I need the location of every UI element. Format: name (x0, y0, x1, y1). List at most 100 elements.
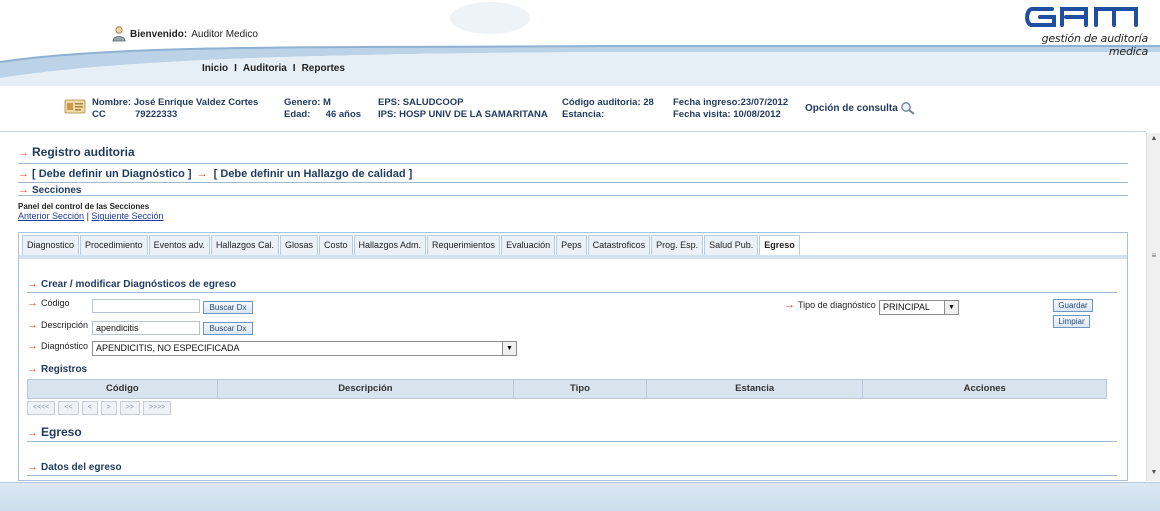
patient-eps: EPS: SALUDCOOP (378, 97, 464, 108)
diagnostico-label: → Diagnóstico (27, 340, 89, 352)
section-navigation: Anterior Sección | Siguiente Sección (18, 211, 163, 221)
section-tabs: Diagnostico Procedimiento Eventos adv. Hall… (22, 233, 801, 257)
patient-name: Nombre: José Enrique Valdez Cortes (92, 97, 259, 108)
tab-costo[interactable]: Costo (318, 235, 353, 256)
app-window: Bienvenido: Auditor Medico gestión de au… (0, 0, 1160, 511)
patient-name-col: Nombre: José Enrique Valdez Cortes CC 79… (92, 97, 258, 121)
gam-logo-mark (1025, 7, 1138, 27)
magnifier-icon[interactable] (900, 101, 916, 115)
welcome-message: Bienvenido: Auditor Medico (112, 26, 258, 42)
arrow-icon: → (784, 299, 795, 311)
scroll-down-icon[interactable]: ▼ (1149, 469, 1159, 479)
admission-date: Fecha ingreso:23/07/2012 (673, 97, 789, 108)
tab-prog-esp[interactable]: Prog. Esp. (651, 235, 704, 256)
tab-eventos-adv[interactable]: Eventos adv. (148, 235, 210, 256)
tab-salud-pub[interactable]: Salud Pub. (704, 235, 759, 256)
pager-next[interactable]: > (100, 401, 117, 415)
guardar-button[interactable]: Guardar (1053, 299, 1093, 312)
nav-separator: I (234, 63, 237, 74)
diag-egreso-title: → Crear / modificar Diagnósticos de egres… (27, 278, 237, 290)
column-header-acciones[interactable]: Acciones (863, 380, 1106, 398)
required-definitions: →[ Debe definir un Diagnóstico ] → [ Deb… (18, 168, 412, 180)
patient-eps-col: EPS: SALUDCOOP IPS: HOSP UNIV DE LA SAMA… (378, 97, 548, 121)
pager-prev[interactable]: < (81, 401, 98, 415)
scroll-up-icon[interactable]: ▲ (1149, 135, 1159, 145)
arrow-icon: → (27, 297, 38, 309)
nav-reportes[interactable]: Reportes (302, 63, 345, 74)
arrow-icon: → (27, 363, 38, 375)
codigo-input[interactable] (92, 299, 200, 313)
buscar-dx-codigo-button[interactable]: Buscar Dx (203, 301, 253, 314)
tipo-diagnostico-selected: PRINCIPAL (883, 302, 930, 312)
patient-ips: IPS: HOSP UNIV DE LA SAMARITANA (378, 109, 548, 120)
pager-first[interactable]: <<<< (27, 401, 56, 415)
pager-last[interactable]: >>>> (142, 401, 172, 415)
tab-glosas[interactable]: Glosas (279, 235, 318, 256)
nav-separator: I (292, 63, 296, 74)
divider (18, 163, 1128, 164)
audit-code-col: Código auditoria: 28 Estancia: (562, 97, 654, 121)
tab-egreso[interactable]: Egreso (759, 235, 800, 257)
audit-stay: Estancia: (562, 109, 605, 120)
grid-pager: <<<< << < > >> >>>> (27, 401, 1107, 415)
gam-logo: gestión de auditoría medica (1008, 4, 1148, 58)
welcome-label: Bienvenido: (130, 28, 188, 40)
consulta-label: Opción de consulta (805, 102, 898, 114)
previous-section-link[interactable]: Anterior Sección (18, 211, 84, 221)
patient-info-bar: Nombre: José Enrique Valdez Cortes CC 79… (0, 91, 1160, 127)
hallazgo-required-link[interactable]: [ Debe definir un Hallazgo de calidad ] (214, 168, 413, 180)
nav-auditoria[interactable]: Auditoria (243, 63, 287, 74)
patient-id: CC 79222333 (92, 109, 258, 121)
column-header-codigo[interactable]: Código (28, 380, 218, 398)
arrow-icon: → (27, 278, 38, 290)
diagnostico-required-link[interactable]: [ Debe definir un Diagnóstico ] (32, 168, 192, 180)
scroll-grip-icon[interactable]: ≡ (1149, 251, 1159, 263)
arrow-icon: → (27, 461, 38, 473)
next-section-link[interactable]: Siguiente Sección (91, 211, 163, 221)
section-tabs-panel: Diagnostico Procedimiento Eventos adv. Hall… (18, 232, 1128, 481)
registros-title: → Registros (27, 363, 88, 375)
tipo-diagnostico-select[interactable]: PRINCIPAL ▼ (879, 300, 959, 315)
tab-requerimientos[interactable]: Requerimientos (427, 235, 501, 256)
egreso-title: → Egreso (27, 425, 82, 439)
pager-next-page[interactable]: >> (119, 401, 140, 415)
nav-inicio[interactable]: Inicio (202, 63, 228, 74)
audit-code: Código auditoria: 28 (562, 97, 654, 108)
divider (18, 182, 1128, 183)
divider (27, 292, 1117, 293)
main-content: → Registro auditoria →[ Debe definir un D… (0, 133, 1146, 481)
buscar-dx-descripcion-button[interactable]: Buscar Dx (203, 322, 253, 335)
arrow-icon: → (27, 340, 38, 352)
datos-egreso-title: → Datos del egreso (27, 461, 122, 473)
divider (18, 195, 1128, 196)
grid-header: Código Descripción Tipo Estancia Accione… (27, 379, 1107, 399)
tab-hallazgos-adm[interactable]: Hallazgos Adm. (353, 235, 427, 256)
pager-prev-page[interactable]: << (58, 401, 79, 415)
column-header-tipo[interactable]: Tipo (514, 380, 647, 398)
arrow-icon: → (18, 168, 29, 180)
dropdown-arrow-icon[interactable]: ▼ (502, 342, 516, 355)
column-header-descripcion[interactable]: Descripción (218, 380, 515, 398)
column-header-estancia[interactable]: Estancia (647, 380, 864, 398)
tab-procedimiento[interactable]: Procedimiento (80, 235, 148, 256)
tab-diagnostico[interactable]: Diagnostico (22, 235, 80, 256)
patient-id-number: 79222333 (135, 109, 178, 120)
tab-catastroficos[interactable]: Catastroficos (587, 235, 651, 256)
registros-grid: Código Descripción Tipo Estancia Accione… (27, 379, 1107, 415)
descripcion-input[interactable]: apendicitis (92, 321, 200, 335)
tab-evaluación[interactable]: Evaluación (501, 235, 556, 256)
visit-date: Fecha visita: 10/08/2012 (673, 109, 781, 120)
limpiar-button[interactable]: Limpiar (1053, 315, 1090, 328)
tab-hallazgos-cal[interactable]: Hallazgos Cal. (210, 235, 279, 256)
vertical-scrollbar[interactable]: ▲ ≡ ▼ (1146, 133, 1160, 481)
section-panel-label: Panel del control de las Secciones (18, 202, 150, 211)
consulta-option[interactable]: Opción de consulta (805, 101, 916, 115)
tab-peps[interactable]: Peps (556, 235, 587, 256)
dates-col: Fecha ingreso:23/07/2012 Fecha visita: 1… (673, 97, 788, 121)
patient-gender-col: Genero: M Edad: 46 años (284, 97, 361, 121)
header: Bienvenido: Auditor Medico gestión de au… (0, 0, 1160, 90)
dropdown-arrow-icon[interactable]: ▼ (944, 301, 958, 314)
diagnostico-selected: APENDICITIS, NO ESPECIFICADA (96, 343, 240, 353)
diagnostico-select[interactable]: APENDICITIS, NO ESPECIFICADA ▼ (92, 341, 517, 356)
arrow-icon: → (27, 427, 38, 439)
